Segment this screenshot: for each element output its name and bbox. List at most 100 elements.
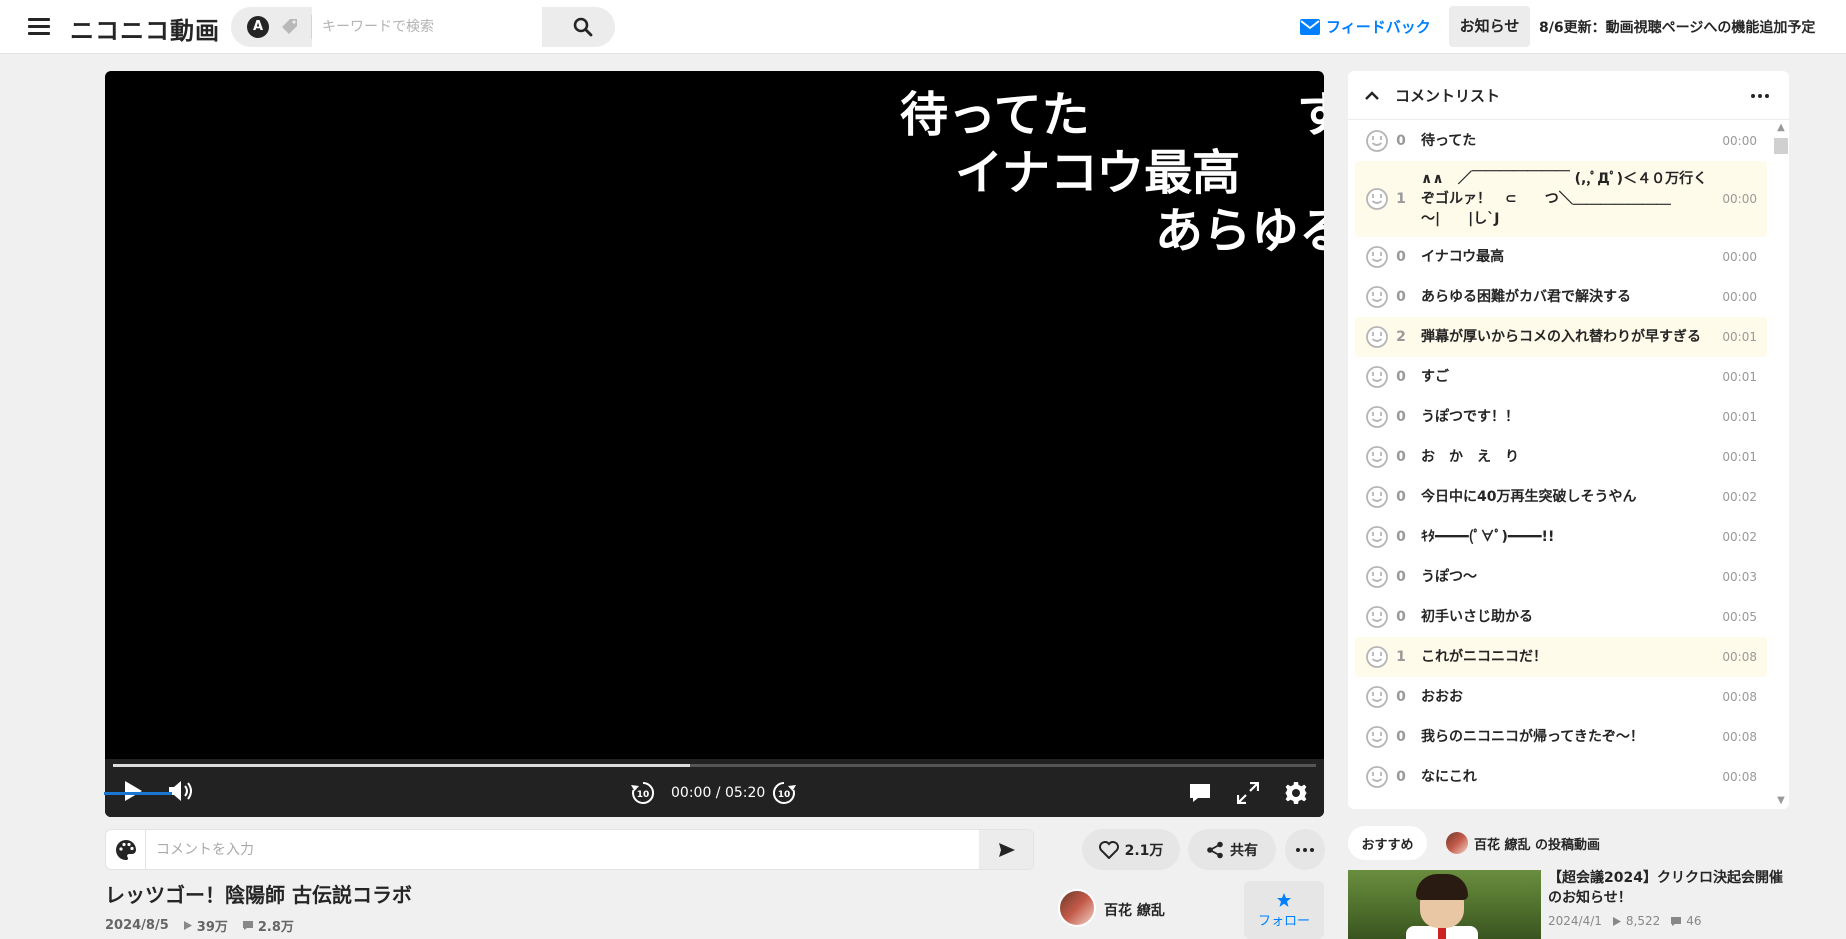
more-icon — [1296, 847, 1314, 852]
nicoru-count: 2 — [1396, 329, 1406, 345]
nicoru-icon[interactable] — [1365, 285, 1389, 309]
play-button[interactable] — [121, 779, 145, 803]
search-input[interactable] — [312, 7, 542, 47]
share-button[interactable]: 共有 — [1188, 829, 1276, 870]
settings-button[interactable] — [1284, 781, 1308, 805]
comment-row[interactable]: 0 ｷﾀ━━━━(ﾟ∀ﾟ)━━━━!! 00:02 — [1355, 517, 1767, 557]
comment-send-button[interactable] — [979, 830, 1033, 869]
nicoru-count: 0 — [1396, 409, 1406, 425]
scroll-up-arrow[interactable]: ▲ — [1776, 123, 1786, 133]
comment-command-button[interactable] — [106, 830, 146, 869]
nicoru-icon[interactable] — [1365, 645, 1389, 669]
nicoru-icon[interactable] — [1365, 365, 1389, 389]
comment-time: 00:00 — [1722, 250, 1757, 264]
nicoru-icon[interactable] — [1365, 187, 1389, 211]
nicoru-icon[interactable] — [1365, 685, 1389, 709]
tab-recommend[interactable]: おすすめ — [1348, 826, 1427, 860]
nicoru-icon[interactable] — [1365, 325, 1389, 349]
news-headline[interactable]: 8/6更新：動画視聴ページへの機能追加予定 — [1539, 17, 1815, 37]
menu-icon[interactable] — [28, 18, 50, 36]
comment-row[interactable]: 0 おおお 00:08 — [1355, 677, 1767, 717]
nicoru-count: 0 — [1396, 769, 1406, 785]
follow-label: フォロー — [1257, 913, 1310, 929]
recommend-title[interactable]: 【超会議2024】クリクロ決起会開催のお知らせ！ — [1548, 868, 1788, 908]
forward-10-button[interactable]: 10 — [771, 780, 797, 806]
comment-text: おおお — [1421, 689, 1463, 705]
svg-text:10: 10 — [778, 790, 791, 800]
recommend-thumbnail[interactable] — [1348, 870, 1541, 939]
comment-time: 00:01 — [1722, 370, 1757, 384]
comment-input[interactable] — [148, 830, 978, 869]
comment-list-header: コメントリスト — [1348, 71, 1789, 120]
volume-slider[interactable] — [104, 792, 172, 795]
nicoru-icon[interactable] — [1365, 525, 1389, 549]
comment-list-title: コメントリスト — [1395, 87, 1501, 105]
tag-icon[interactable] — [279, 16, 301, 38]
comment-time: 00:08 — [1722, 690, 1757, 704]
owner-name[interactable]: 百花 繚乱 — [1104, 900, 1165, 920]
comment-text: これがニコニコだ！ — [1421, 649, 1547, 665]
danmaku-comment: す — [1297, 87, 1324, 143]
comment-list-panel: コメントリスト 0 待ってた 00:00 1 ∧∧ ／￣￣￣￣￣￣￣ (,,ﾟДﾟ)＜４… — [1348, 71, 1789, 809]
nicoru-icon[interactable] — [1365, 485, 1389, 509]
volume-button[interactable] — [167, 779, 195, 803]
like-button[interactable]: 2.1万 — [1082, 829, 1180, 870]
comment-row[interactable]: 0 今日中に40万再生突破しそうやん 00:02 — [1355, 477, 1767, 517]
comment-list-menu-button[interactable] — [1748, 86, 1772, 106]
video-player[interactable]: 待ってた す イナコウ最高 あらゆる — [105, 71, 1324, 817]
nicoru-icon[interactable] — [1365, 129, 1389, 153]
comment-time: 00:00 — [1722, 134, 1757, 148]
comment-row[interactable]: 0 うぽつ～ 00:03 — [1355, 557, 1767, 597]
nicoru-icon[interactable] — [1365, 245, 1389, 269]
comment-row[interactable]: 1 これがニコニコだ！ 00:08 — [1355, 637, 1767, 677]
comment-row[interactable]: 0 なにこれ 00:08 — [1355, 757, 1767, 797]
view-count-icon — [183, 921, 192, 930]
comment-time: 00:00 — [1722, 290, 1757, 304]
comment-row[interactable]: 0 待ってた 00:00 — [1355, 121, 1767, 161]
scroll-down-arrow[interactable]: ▼ — [1776, 796, 1786, 806]
nicoru-count: 0 — [1396, 529, 1406, 545]
tab-owner-videos[interactable]: 百花 繚乱 の投稿動画 — [1440, 826, 1606, 860]
comment-list-scrollbar[interactable] — [1772, 121, 1788, 809]
video-title: レッツゴー！陰陽師 古伝説コラボ — [105, 883, 412, 907]
fullscreen-button[interactable] — [1236, 782, 1260, 804]
nicoru-icon[interactable] — [1365, 405, 1389, 429]
comment-time: 00:08 — [1722, 770, 1757, 784]
search-bar: A — [231, 7, 615, 47]
seek-bar[interactable] — [113, 764, 1316, 767]
search-button[interactable] — [551, 7, 615, 47]
owner-avatar[interactable] — [1058, 889, 1096, 927]
comment-text: うぽつです！！ — [1421, 409, 1519, 425]
collapse-button[interactable] — [1364, 88, 1380, 104]
comment-toggle-button[interactable] — [1188, 782, 1212, 804]
scrollbar-thumb[interactable] — [1774, 138, 1788, 154]
nicoru-icon[interactable] — [1365, 565, 1389, 589]
comment-list[interactable]: 0 待ってた 00:00 1 ∧∧ ／￣￣￣￣￣￣￣ (,,ﾟДﾟ)＜４０万行くぞゴルァ… — [1355, 121, 1767, 809]
nicoru-icon[interactable] — [1365, 445, 1389, 469]
tab-owner-videos-label: 百花 繚乱 の投稿動画 — [1474, 837, 1601, 853]
nicoru-icon[interactable] — [1365, 725, 1389, 749]
comment-row[interactable]: 0 初手いさじ助かる 00:05 — [1355, 597, 1767, 637]
keyword-mode-icon[interactable]: A — [247, 16, 269, 38]
nicoru-icon[interactable] — [1365, 605, 1389, 629]
comment-row[interactable]: 0 あらゆる困難がカバ君で解決する 00:00 — [1355, 277, 1767, 317]
rewind-10-button[interactable]: 10 — [630, 780, 656, 806]
site-logo[interactable]: ニコニコ動画 — [70, 11, 220, 46]
comment-row[interactable]: 2 弾幕が厚いからコメの入れ替わりが早すぎる 00:01 — [1355, 317, 1767, 357]
comment-row[interactable]: 0 うぽつです！！ 00:01 — [1355, 397, 1767, 437]
more-actions-button[interactable] — [1285, 829, 1325, 870]
gear-icon — [1285, 782, 1307, 804]
comment-time: 00:03 — [1722, 570, 1757, 584]
nicoru-count: 0 — [1396, 609, 1406, 625]
comment-row[interactable]: 0 イナコウ最高 00:00 — [1355, 237, 1767, 277]
comment-row[interactable]: 0 お か え り 00:01 — [1355, 437, 1767, 477]
comment-row[interactable]: 0 我らのニコニコが帰ってきたぞ～！ 00:08 — [1355, 717, 1767, 757]
feedback-link[interactable]: フィードバック — [1300, 16, 1431, 37]
comment-text: お か え り — [1421, 449, 1519, 465]
follow-button[interactable]: フォロー — [1244, 881, 1324, 939]
nicoru-count: 0 — [1396, 729, 1406, 745]
comment-row[interactable]: 1 ∧∧ ／￣￣￣￣￣￣￣ (,,ﾟДﾟ)＜４０万行くぞゴルァ！ ⊂ つ＼＿＿＿＿… — [1355, 161, 1767, 237]
comment-row[interactable]: 0 すご 00:01 — [1355, 357, 1767, 397]
news-button[interactable]: お知らせ — [1449, 6, 1530, 47]
nicoru-icon[interactable] — [1365, 765, 1389, 789]
